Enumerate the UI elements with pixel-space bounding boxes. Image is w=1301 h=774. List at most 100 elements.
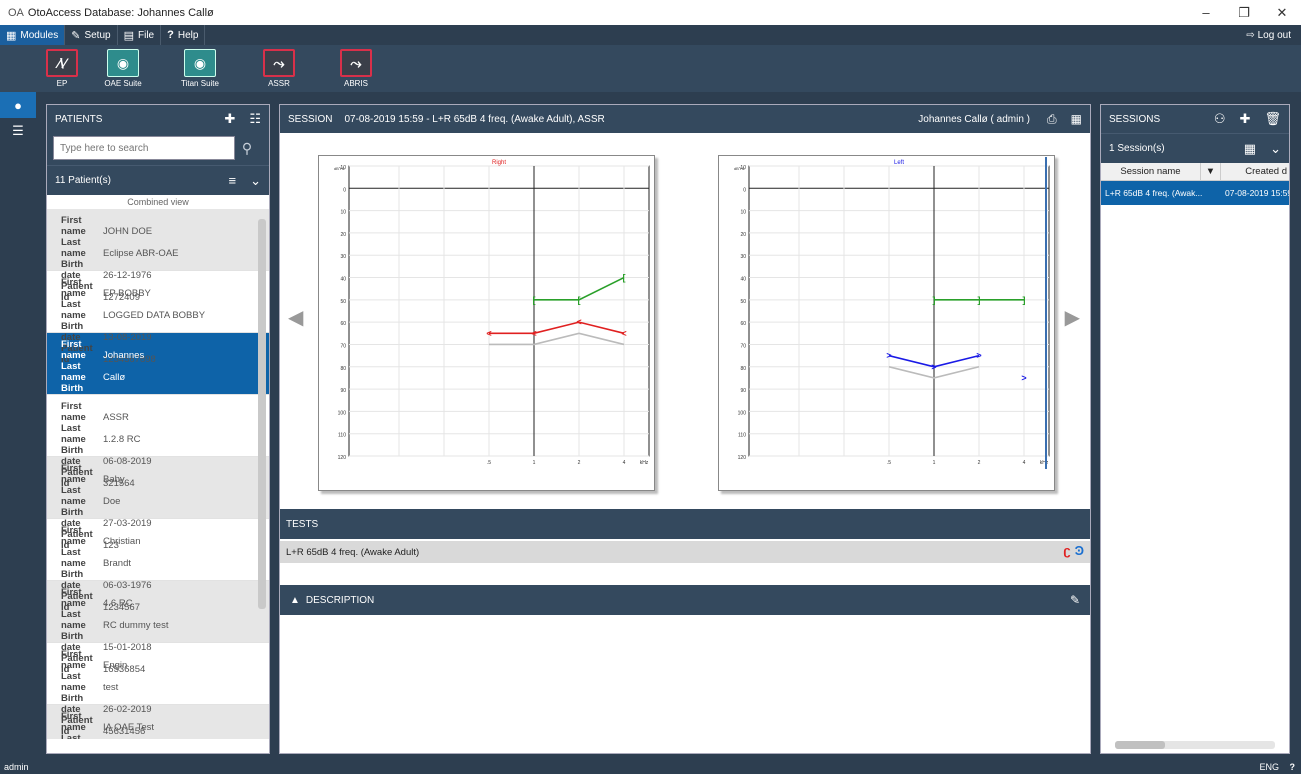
menu-label: Setup [84, 29, 111, 41]
col-session-name[interactable]: Session name [1101, 163, 1201, 180]
titan-icon: ◉ [184, 49, 216, 77]
status-language[interactable]: ENG [1259, 762, 1279, 772]
trash-icon[interactable]: 🗑 [1264, 111, 1281, 127]
prev-arrow-icon[interactable]: ◀ [288, 305, 303, 330]
patient-count-row: 11 Patient(s) ≡ ⌄ [47, 165, 269, 195]
search-icon[interactable]: ⚲ [235, 136, 259, 160]
edit-patient-icon[interactable]: ☷ [249, 111, 261, 127]
collapse-icon[interactable]: ▲ [290, 595, 300, 606]
sessions-panel: SESSIONS ⚇ ✚ 🗑 1 Session(s) ▦ ⌄ Session … [1100, 104, 1290, 754]
patient-field-label: First name [61, 339, 86, 361]
menu-setup[interactable]: ✎ Setup [65, 25, 118, 45]
logout-button[interactable]: ⇨ Log out [1246, 25, 1291, 45]
nav-list[interactable]: ☰ [0, 118, 36, 144]
plot-frame [748, 165, 1050, 457]
sessions-hscrollbar[interactable] [1115, 741, 1275, 749]
session-row-name: L+R 65dB 4 freq. (Awak... [1105, 188, 1203, 198]
y-tick-label: 50 [340, 299, 346, 305]
sessions-table-header: Session name ▼ Created d [1101, 163, 1289, 181]
patient-card[interactable]: First nameIA OAE TestLast nametest [47, 705, 269, 739]
next-arrow-icon[interactable]: ▶ [1065, 305, 1080, 330]
menu-help[interactable]: ? Help [161, 25, 206, 45]
patient-card[interactable]: First name ASSR Last name 1.2.8 RC Birth dat… [47, 395, 269, 489]
y-tick-label: 30 [740, 254, 746, 260]
session-row[interactable]: L+R 65dB 4 freq. (Awak... 07-08-2019 15:… [1101, 181, 1289, 205]
module-titan-suite[interactable]: ◉ Titan Suite [170, 49, 230, 88]
test-row[interactable]: L+R 65dB 4 freq. (Awake Adult) ʗ Ͽ [280, 541, 1090, 563]
patient-list-scrollbar[interactable] [258, 219, 266, 609]
patient-field-label: First name [61, 525, 86, 547]
patient-card[interactable]: First name Baby Last name Doe Birth date 27-0… [47, 457, 269, 551]
patient-card[interactable]: First name Johannes Last name Callø Birth da… [47, 333, 269, 427]
assign-session-icon[interactable]: ⚇ [1214, 111, 1226, 127]
module-oae-suite[interactable]: ◉ OAE Suite [93, 49, 153, 88]
patient-field-label: Last name [61, 237, 86, 259]
patient-field-label: Last name [61, 485, 86, 507]
data-point: < [621, 328, 626, 338]
y-tick-label: 60 [340, 321, 346, 327]
help-circle-icon[interactable]: ? [1290, 762, 1296, 772]
logout-label: Log out [1257, 29, 1291, 41]
y-tick-label: 20 [340, 232, 346, 238]
patient-field-value: test [103, 682, 119, 693]
y-tick-label: 60 [740, 321, 746, 327]
add-session-icon[interactable]: ✚ [1240, 111, 1251, 127]
series-line [489, 321, 625, 335]
menu-modules[interactable]: ▦ Modules [0, 25, 66, 45]
y-tick-label: 100 [338, 410, 347, 416]
combined-view-link[interactable]: Combined view [47, 195, 269, 209]
data-point: ] [978, 295, 981, 305]
description-title: DESCRIPTION [305, 594, 375, 606]
sessions-header: SESSIONS ⚇ ✚ 🗑 [1101, 105, 1289, 133]
patient-field-label: Last name [61, 733, 81, 739]
y-tick-label: 90 [740, 388, 746, 394]
chevron-down-icon[interactable]: ⌄ [250, 173, 261, 189]
edit-icon[interactable]: ✎ [1070, 593, 1080, 607]
search-row: ⚲ [47, 133, 269, 165]
y-tick-label: 20 [740, 232, 746, 238]
close-button[interactable]: ✕ [1263, 0, 1301, 25]
list-view-icon[interactable]: ≡ [229, 173, 237, 189]
module-ep[interactable]: ⁄\⁄ EP [32, 49, 92, 88]
module-abris[interactable]: ⤳ ABRIS [326, 49, 386, 88]
menu-label: File [137, 29, 155, 41]
y-axis-label: dB HL [734, 166, 746, 171]
y-tick-label: 90 [340, 388, 346, 394]
session-user: Johannes Callø ( admin ) [918, 113, 1030, 125]
patient-field-label: First name [61, 215, 86, 237]
description-header[interactable]: ▲ DESCRIPTION ✎ [280, 585, 1090, 615]
window-title: OtoAccess Database: Johannes Callø [27, 6, 214, 19]
module-label: ABRIS [343, 79, 368, 88]
nav-patient[interactable]: ● [0, 92, 36, 118]
x-tick-label: kHz [640, 460, 649, 466]
y-tick-label: 70 [340, 343, 346, 349]
col-sort-icon[interactable]: ▼ [1201, 163, 1221, 180]
module-assr[interactable]: ⤳ ASSR [249, 49, 309, 88]
chevron-down-icon[interactable]: ⌄ [1270, 141, 1281, 157]
col-created[interactable]: Created d [1221, 163, 1289, 180]
report-icon[interactable]: ▦ [1071, 112, 1082, 126]
maximize-button[interactable]: ❐ [1225, 0, 1263, 25]
patient-field-label: Last name [61, 299, 86, 321]
grid-icon: ▦ [6, 29, 17, 42]
print-icon[interactable]: ⎙ [1047, 112, 1057, 127]
data-point: ] [1023, 295, 1026, 305]
minimize-button[interactable]: – [1187, 0, 1225, 25]
data-point: > [931, 362, 936, 372]
patients-header: PATIENTS ✚ ☷ [47, 105, 269, 133]
plot-frame [348, 165, 650, 457]
patient-field-label: First name [61, 401, 86, 423]
menu-file[interactable]: ▤ File [118, 25, 162, 45]
patient-field-value: RC dummy test [103, 620, 169, 631]
patient-card[interactable]: First name Engin Last name test Birth date 26… [47, 643, 269, 737]
add-patient-icon[interactable]: ✚ [224, 111, 235, 127]
patient-card[interactable]: First name Christian Last name Brandt Birth … [47, 519, 269, 613]
patient-card[interactable]: First name 4.6 RC Last name RC dummy test Bi… [47, 581, 269, 675]
search-input[interactable] [53, 136, 235, 160]
grid-view-icon[interactable]: ▦ [1244, 141, 1256, 157]
title-bar: OA OtoAccess Database: Johannes Callø – … [0, 0, 1301, 25]
sessions-title: SESSIONS [1109, 113, 1161, 125]
patient-card[interactable]: First name JOHN DOE Last name Eclipse ABR-O… [47, 209, 269, 303]
session-count: 1 Session(s) [1109, 143, 1165, 154]
patient-card[interactable]: First name EP BOBBY Last name LOGGED DATA B… [47, 271, 269, 365]
